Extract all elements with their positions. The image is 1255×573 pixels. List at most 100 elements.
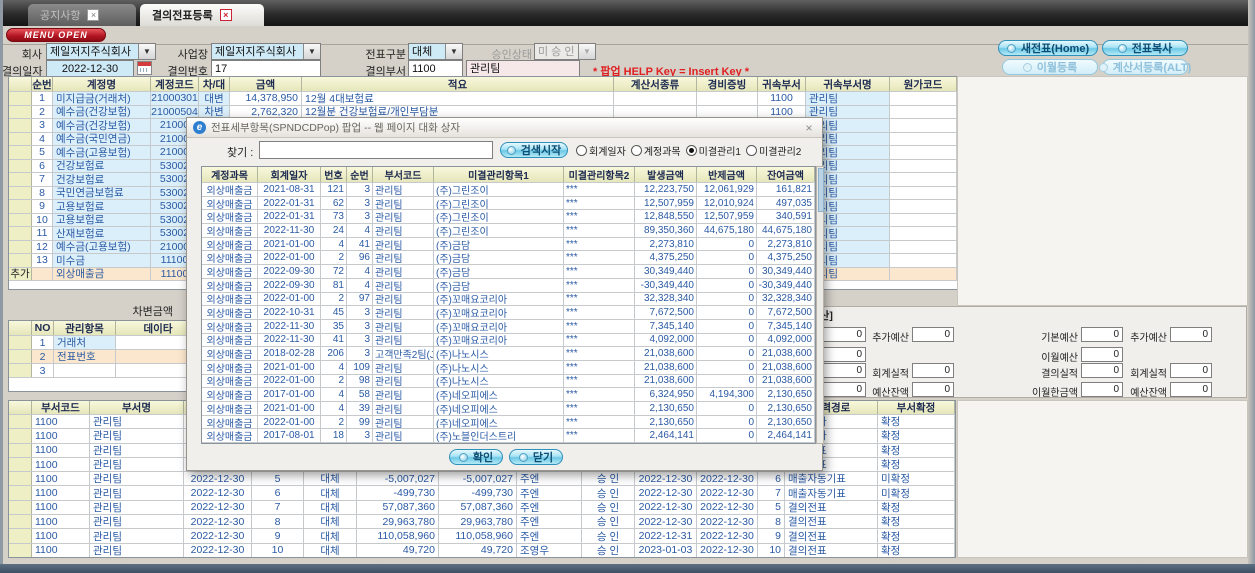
close-button[interactable]: 닫기 xyxy=(509,449,563,465)
cell: 2 xyxy=(321,415,347,429)
table-row[interactable]: 1 미지급금(거래처) 21000301 대변 14,378,950 12월 4대보험료 1… xyxy=(9,92,957,106)
menu-open-button[interactable]: MENU OPEN xyxy=(6,28,106,42)
cell: 6,324,950 xyxy=(635,388,697,401)
cell: *** xyxy=(564,429,635,443)
table-row[interactable]: 외상매출금 2022-10-31 45 3 관리팀 (주)꼬매요코리아 *** 7,672,5… xyxy=(202,306,815,320)
slip-no-input[interactable]: 17 xyxy=(211,60,321,77)
table-row[interactable]: 1100 관리팀 2022-12-30 6 대체 -499,730 -499,730 주엔 승 … xyxy=(9,486,955,501)
chevron-down-icon[interactable]: ▼ xyxy=(445,44,462,59)
table-row[interactable]: 외상매출금 2021-01-00 4 41 관리팀 (주)금담 *** 2,273,810 0 2… xyxy=(202,237,815,252)
window-border-left xyxy=(0,0,3,573)
table-row[interactable]: 외상매출금 2022-11-30 35 3 관리팀 (주)꼬매요코리아 *** 7,345,1… xyxy=(202,319,815,334)
radio-미결관리2[interactable]: 미결관리2 xyxy=(746,143,801,158)
copy-slip-button[interactable]: 전표복사 xyxy=(1102,40,1188,56)
chevron-down-icon[interactable]: ▼ xyxy=(303,44,320,59)
chevron-down-icon[interactable]: ▼ xyxy=(138,44,155,59)
cell: 1100 xyxy=(32,429,90,443)
cell: 0 xyxy=(697,278,757,292)
cell: 4 xyxy=(321,237,347,251)
table-row[interactable]: 1100 관리팀 2022-12-30 8 대체 29,963,780 29,963,780… xyxy=(9,515,955,530)
table-row[interactable]: 외상매출금 2022-01-00 2 97 관리팀 (주)꼬매요코리아 *** 32,328,… xyxy=(202,292,815,307)
table-row[interactable]: 1100 관리팀 2022-12-30 5 대체 -5,007,027 -5,007,027… xyxy=(9,472,955,487)
cell: 관리팀 xyxy=(373,374,434,388)
table-row[interactable]: 외상매출금 2018-02-28 206 3 고객만족2팀(J2 (주)나노시스 *** 21… xyxy=(202,347,815,361)
radio-계정과목[interactable]: 계정과목 xyxy=(630,143,681,158)
dept-code-input[interactable]: 1100 xyxy=(408,60,463,77)
cell xyxy=(32,267,53,280)
table-row[interactable]: 외상매출금 2022-11-30 24 4 관리팀 (주)그린조이 *** 89,350,36… xyxy=(202,224,815,238)
table-row[interactable]: 외상매출금 2021-08-31 121 3 관리팀 (주)그린조이 *** 12,223,7… xyxy=(202,183,815,197)
cell: 45 xyxy=(321,306,347,319)
cell: 1100 xyxy=(32,543,90,557)
table-row[interactable]: 외상매출금 2021-01-00 4 39 관리팀 (주)네오피에스 *** 2,130,65… xyxy=(202,402,815,416)
site-select[interactable]: 제일저지주식회사 ▼ xyxy=(211,43,321,60)
table-row[interactable]: 외상매출금 2022-01-00 2 98 관리팀 (주)나노시스 *** 21,038,60… xyxy=(202,374,815,389)
budget-value-box[interactable]: 0 xyxy=(1081,327,1123,342)
radio-회계일자[interactable]: 회계일자 xyxy=(576,143,626,158)
cell: -499,730 xyxy=(439,486,517,500)
budget-value-box[interactable]: 0 xyxy=(912,363,954,378)
slip-type-label: 전표구분 xyxy=(365,49,406,61)
cell: 관리팀 xyxy=(373,292,434,306)
table-row[interactable]: 외상매출금 2017-08-01 18 3 관리팀 (주)노블인더스트리 *** 2,464,… xyxy=(202,429,815,443)
tab-notice[interactable]: 공지사항 × xyxy=(28,4,136,26)
company-select[interactable]: 제일저지주식회사 ▼ xyxy=(46,43,156,60)
scrollbar-thumb[interactable] xyxy=(818,168,824,212)
radio-label: 회계일자 xyxy=(589,147,626,158)
cell: 161,821 xyxy=(757,183,815,196)
table-row[interactable]: 외상매출금 2017-01-00 4 58 관리팀 (주)네오피에스 *** 6,324,95… xyxy=(202,388,815,402)
table-row[interactable]: 외상매출금 2022-09-30 81 4 관리팀 (주)금담 *** -30,349,440… xyxy=(202,278,815,293)
column-header: 순번 xyxy=(347,167,373,182)
table-row[interactable]: 외상매출금 2021-01-00 4 109 관리팀 (주)나노시스 *** 21,038,6… xyxy=(202,360,815,375)
radio-미결관리1[interactable]: 미결관리1 xyxy=(685,143,741,158)
new-slip-button[interactable]: 새전표(Home) xyxy=(998,40,1098,56)
table-row[interactable]: 1100 관리팀 2022-12-30 9 대체 110,058,960 110,058,9… xyxy=(9,529,955,544)
table-row[interactable]: 외상매출금 2022-01-31 73 3 관리팀 (주)그린조이 *** 12,848,55… xyxy=(202,210,815,225)
slip-type-select[interactable]: 대체 ▼ xyxy=(408,43,463,60)
cell: 관리팀 xyxy=(90,500,184,515)
budget-value-box[interactable]: 0 xyxy=(1081,347,1123,362)
cell: 10 xyxy=(252,543,304,557)
ok-button[interactable]: 확인 xyxy=(449,449,503,465)
cell: *** xyxy=(564,333,635,347)
column-header: 원가코드 xyxy=(890,77,957,91)
budget-value-box[interactable]: 0 xyxy=(912,382,954,397)
budget-field-label: 결의실적 xyxy=(1041,369,1078,380)
table-row[interactable]: 외상매출금 2022-01-31 62 3 관리팀 (주)그린조이 *** 12,507,95… xyxy=(202,196,815,211)
cell: *** xyxy=(564,251,635,265)
table-row[interactable]: 1100 관리팀 2022-12-30 7 대체 57,087,360 57,087,360… xyxy=(9,500,955,516)
tab-close-icon[interactable]: × xyxy=(87,9,100,21)
cell: 4 xyxy=(347,265,373,278)
budget-value-box[interactable]: 0 xyxy=(1170,363,1212,378)
tab-slip-entry[interactable]: 결의전표등록 × xyxy=(140,4,264,26)
popup-search-input[interactable] xyxy=(259,141,493,159)
table-row[interactable]: 외상매출금 2022-09-30 72 4 관리팀 (주)금담 *** 30,349,440 0… xyxy=(202,265,815,279)
budget-value-box[interactable]: 0 xyxy=(1170,382,1212,397)
calendar-icon[interactable] xyxy=(137,61,152,75)
budget-value-box[interactable]: 0 xyxy=(1081,382,1123,397)
budget-value-box[interactable]: 0 xyxy=(912,327,954,342)
budget-value-box[interactable]: 0 xyxy=(1170,327,1212,342)
table-row[interactable]: 1100 관리팀 2022-12-30 10 대체 49,720 49,720 조영우 승 인2… xyxy=(9,543,955,557)
cell: 6 xyxy=(758,472,785,486)
cell: 2 xyxy=(321,251,347,265)
popup-titlebar[interactable]: e 전표세부항목(SPNDCDPop) 팝업 -- 웹 페이지 대화 상자 × xyxy=(187,118,822,138)
cell: 대체 xyxy=(304,472,357,486)
popup-scrollbar[interactable] xyxy=(816,166,824,444)
table-row[interactable]: 외상매출금 2022-01-00 2 99 관리팀 (주)네오피에스 *** 2,130,65… xyxy=(202,415,815,430)
date-input[interactable]: 2022-12-30 xyxy=(46,60,134,77)
tab-close-icon[interactable]: × xyxy=(219,9,232,21)
popup-close-icon[interactable]: × xyxy=(802,121,816,135)
budget-value-box[interactable]: 0 xyxy=(1081,363,1123,378)
radio-icon xyxy=(685,145,697,156)
budget-field-label: 예산잔액 xyxy=(872,388,909,399)
cell: 2022-01-31 xyxy=(258,210,321,224)
cell: 확정 xyxy=(878,443,955,457)
cell xyxy=(9,213,32,226)
button-dot-icon xyxy=(1098,62,1108,72)
cell: 2022-12-30 xyxy=(635,486,697,500)
cell: 7 xyxy=(252,500,304,515)
table-row[interactable]: 외상매출금 2022-01-00 2 96 관리팀 (주)금담 *** 4,375,250 0 4… xyxy=(202,251,815,266)
table-row[interactable]: 외상매출금 2022-11-30 41 3 관리팀 (주)꼬매요코리아 *** 4,092,0… xyxy=(202,333,815,348)
search-start-button[interactable]: 검색시작 xyxy=(500,142,568,158)
